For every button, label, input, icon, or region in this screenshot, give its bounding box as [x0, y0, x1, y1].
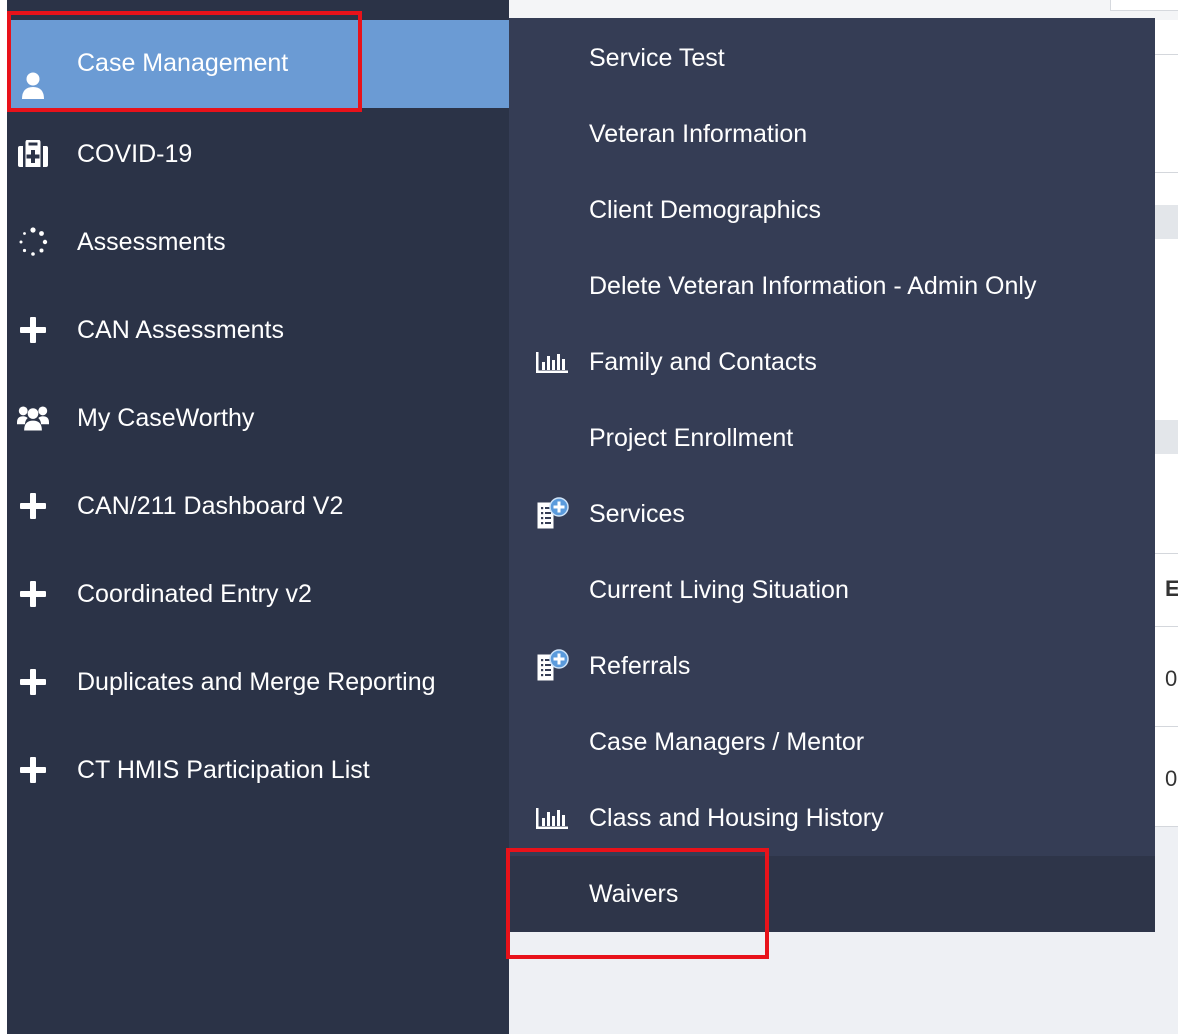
- sidebar-item-duplicates-and-merge-reporting[interactable]: Duplicates and Merge Reporting: [7, 638, 509, 726]
- submenu-item-delete-veteran-information[interactable]: Delete Veteran Information - Admin Only: [509, 248, 1155, 324]
- divider: [1155, 54, 1178, 55]
- plus-icon: [17, 666, 49, 698]
- divider: [1155, 626, 1178, 627]
- medkit-icon: [17, 138, 49, 170]
- sidebar-item-label: Duplicates and Merge Reporting: [77, 668, 436, 696]
- submenu-item-label: Service Test: [589, 44, 725, 72]
- sidebar-item-label: Coordinated Entry v2: [77, 580, 312, 608]
- background-column-header: E: [1165, 576, 1178, 601]
- submenu-item-veteran-information[interactable]: Veteran Information: [509, 96, 1155, 172]
- sidebar-item-case-management[interactable]: Case Management: [7, 20, 509, 108]
- submenu-item-label: Services: [589, 500, 685, 528]
- case-management-submenu: Service Test Veteran Information Client …: [509, 18, 1155, 932]
- submenu-item-label: Veteran Information: [589, 120, 808, 148]
- submenu-item-case-managers-mentor[interactable]: Case Managers / Mentor: [509, 704, 1155, 780]
- spinner-icon: [17, 226, 49, 258]
- submenu-item-label: Project Enrollment: [589, 424, 794, 452]
- submenu-item-label: Case Managers / Mentor: [589, 728, 865, 756]
- plus-icon: [17, 490, 49, 522]
- plus-icon: [17, 314, 49, 346]
- background-band: [1155, 205, 1178, 239]
- sidebar-item-ct-hmis-participation-list[interactable]: CT HMIS Participation List: [7, 726, 509, 814]
- sidebar-item-label: Assessments: [77, 228, 226, 256]
- background-cell: 0: [1165, 766, 1178, 791]
- submenu-item-label: Class and Housing History: [589, 804, 884, 832]
- plus-icon: [17, 754, 49, 786]
- sidebar-item-can-assessments[interactable]: CAN Assessments: [7, 286, 509, 374]
- user-icon: [17, 70, 49, 102]
- sidebar-item-coordinated-entry-v2[interactable]: Coordinated Entry v2: [7, 550, 509, 638]
- submenu-item-label: Referrals: [589, 652, 691, 680]
- sidebar-item-label: My CaseWorthy: [77, 404, 255, 432]
- plus-icon: [17, 578, 49, 610]
- submenu-item-services[interactable]: Services: [509, 476, 1155, 552]
- sidebar-item-can-211-dashboard-v2[interactable]: CAN/211 Dashboard V2: [7, 462, 509, 550]
- submenu-item-project-enrollment[interactable]: Project Enrollment: [509, 400, 1155, 476]
- bar-chart-icon: [534, 345, 570, 379]
- sidebar-item-label: Case Management: [77, 49, 289, 77]
- sidebar-item-my-caseworthy[interactable]: My CaseWorthy: [7, 374, 509, 462]
- submenu-item-referrals[interactable]: Referrals: [509, 628, 1155, 704]
- submenu-item-class-and-housing-history[interactable]: Class and Housing History: [509, 780, 1155, 856]
- submenu-item-family-and-contacts[interactable]: Family and Contacts: [509, 324, 1155, 400]
- sidebar-item-label: CAN Assessments: [77, 316, 285, 344]
- divider: [1155, 172, 1178, 173]
- submenu-item-current-living-situation[interactable]: Current Living Situation: [509, 552, 1155, 628]
- submenu-item-label: Client Demographics: [589, 196, 822, 224]
- submenu-item-client-demographics[interactable]: Client Demographics: [509, 172, 1155, 248]
- add-document-icon: [534, 497, 570, 531]
- sidebar-item-label: CAN/211 Dashboard V2: [77, 492, 344, 520]
- background-input: [1110, 0, 1178, 11]
- submenu-item-label: Delete Veteran Information - Admin Only: [589, 272, 1037, 300]
- divider: [1155, 826, 1178, 827]
- sidebar-item-label: CT HMIS Participation List: [77, 756, 370, 784]
- sidebar-item-covid-19[interactable]: COVID-19: [7, 110, 509, 198]
- sidebar-item-assessments[interactable]: Assessments: [7, 198, 509, 286]
- add-document-icon: [534, 649, 570, 683]
- background-cell: 0: [1165, 666, 1178, 691]
- background-band: [1155, 420, 1178, 454]
- submenu-item-label: Current Living Situation: [589, 576, 849, 604]
- sidebar-item-label: COVID-19: [77, 140, 193, 168]
- submenu-item-label: Family and Contacts: [589, 348, 817, 376]
- submenu-item-service-test[interactable]: Service Test: [509, 20, 1155, 96]
- divider: [1155, 553, 1178, 554]
- window-edge: [0, 0, 7, 1034]
- background-topbar: [509, 0, 1178, 20]
- submenu-item-waivers[interactable]: Waivers: [509, 856, 1155, 932]
- bar-chart-icon: [534, 801, 570, 835]
- divider: [1155, 726, 1178, 727]
- users-icon: [17, 402, 49, 434]
- submenu-item-label: Waivers: [589, 880, 679, 908]
- sidebar: Case Management COVID-19 Assessments CAN…: [7, 0, 509, 1034]
